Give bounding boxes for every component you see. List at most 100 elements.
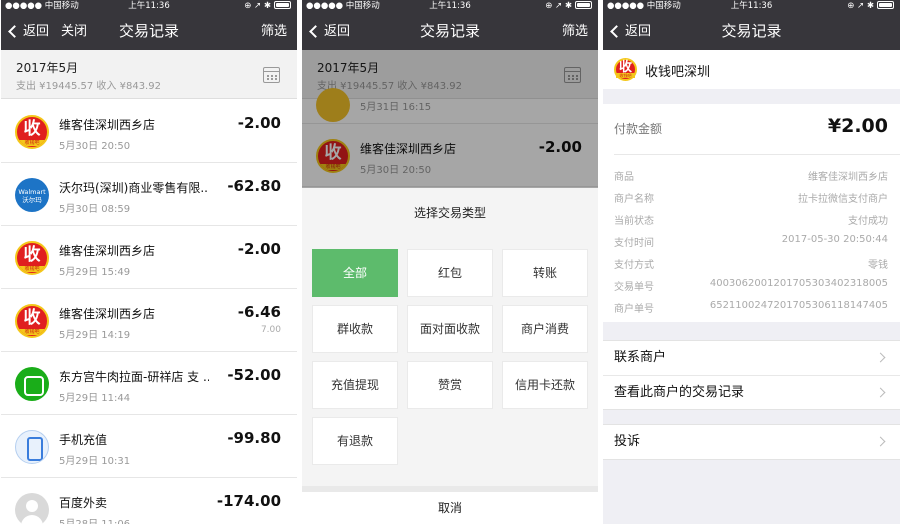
battery-icon: [274, 1, 291, 9]
transaction-name: 维客佳深圳西乡店: [59, 118, 156, 132]
chevron-right-icon: [875, 436, 886, 447]
detail-key: 交易单号: [614, 282, 654, 293]
type-option[interactable]: 有退款: [312, 417, 398, 465]
transaction-name: 维客佳深圳西乡店: [59, 307, 156, 321]
type-option[interactable]: 群收款: [312, 305, 398, 353]
type-option[interactable]: 赞赏: [407, 361, 493, 409]
status-icons: ⊕ ↗ ✱: [244, 0, 291, 13]
contact-merchant-link[interactable]: 联系商户: [603, 341, 900, 375]
merchant-name: 收钱吧深圳: [645, 65, 711, 80]
detail-row: 交易单号 4003062001201705303402318005: [614, 274, 888, 296]
pay-amount-label: 付款金额: [614, 122, 663, 136]
transaction-amount: -2.00: [237, 114, 281, 132]
transaction-name: 维客佳深圳西乡店: [59, 244, 156, 258]
transaction-time: 5月30日 08:59: [59, 204, 131, 215]
type-option[interactable]: 充值提现: [312, 361, 398, 409]
list-item[interactable]: Walmart 沃尔玛 沃尔玛(深圳)商业零售有限... 5月30日 08:59 -6…: [1, 163, 297, 226]
detail-row: 支付方式 零钱: [614, 252, 888, 274]
nav-bar: 返回 交易记录 筛选: [302, 13, 598, 50]
list-item[interactable]: 手机充值 5月29日 10:31 -99.80: [1, 415, 297, 478]
type-options: 全部 红包 转账群收款 面对面收款 商户消费充值提现 赞赏 信用卡还款有退款: [312, 249, 588, 465]
pay-amount: ¥2.00: [827, 115, 888, 137]
detail-key: 商户名称: [614, 194, 654, 205]
list-item[interactable]: 收收钱吧 维客佳深圳西乡店 5月29日 15:49 -2.00: [1, 226, 297, 289]
filter-button[interactable]: 筛选: [261, 13, 287, 50]
shou-qian-ba-icon: 收收钱吧: [15, 304, 49, 338]
detail-row: 商户单号 652110024720170530611814​7405: [614, 296, 888, 318]
detail-key: 商品: [614, 172, 634, 183]
type-option[interactable]: 信用卡还款: [502, 361, 588, 409]
filter-button[interactable]: 筛选: [562, 13, 588, 50]
transaction-time: 5月29日 14:19: [59, 330, 131, 341]
transaction-time: 5月29日 10:31: [59, 456, 131, 467]
type-option[interactable]: 红包: [407, 249, 493, 297]
shou-qian-ba-icon: 收收钱吧: [15, 115, 49, 149]
detail-row: 商户名称 拉卡拉微信支付商户: [614, 186, 888, 208]
transaction-list-screen: ●●●●● 中国移动 上午11:36 ⊕ ↗ ✱ 返回 关闭 交易记录 筛选 20…: [1, 0, 297, 524]
shou-qian-ba-icon: 收收钱吧: [614, 58, 637, 81]
detail-value: 拉卡拉微信支付商户: [798, 194, 888, 205]
transaction-amount: -99.80: [227, 429, 281, 447]
detail-value: 零钱: [868, 260, 888, 271]
transaction-name: 东方宫牛肉拉面-研祥店 支 ...: [59, 370, 209, 384]
detail-value: 2017-05-30 20:50:44: [781, 234, 888, 245]
detail-value: 维客佳深圳西乡店: [808, 172, 888, 183]
month-title: 2017年5月: [16, 61, 79, 75]
type-option[interactable]: 面对面收款: [407, 305, 493, 353]
transaction-name: 手机充值: [59, 433, 108, 447]
transaction-name: 百度外卖: [59, 496, 108, 510]
status-icons: ⊕ ↗ ✱: [545, 0, 592, 13]
nav-bar: 返回 关闭 交易记录 筛选: [1, 13, 297, 50]
detail-row: 支付时间 2017-05-30 20:50:44: [614, 230, 888, 252]
detail-row: 商品 维客佳深圳西乡店: [614, 164, 888, 186]
page-title: 交易记录: [419, 22, 480, 40]
chevron-right-icon: [875, 352, 886, 363]
transaction-amount: -52.00: [227, 366, 281, 384]
transaction-time: 5月30日 20:50: [59, 141, 131, 152]
status-bar: ●●●●● 中国移动 上午11:36 ⊕ ↗ ✱: [1, 0, 297, 13]
type-picker-sheet: 选择交易类型 全部 红包 转账 群收款 面对面收款 商户消费 充值提现 赞赏 信用卡还款 有退款 …: [302, 188, 598, 524]
walmart-icon: Walmart 沃尔玛: [15, 178, 49, 212]
cancel-button[interactable]: 取消: [302, 486, 598, 524]
list-item[interactable]: 东方宫牛肉拉面-研祥店 支 ... 5月29日 11:44 -52.00: [1, 352, 297, 415]
detail-key: 商户单号: [614, 304, 654, 315]
green-merchant-icon: [15, 367, 49, 401]
list-item[interactable]: 百度外卖 5月28日 11:06 -174.00: [1, 478, 297, 524]
page-title: 交易记录: [118, 22, 179, 40]
detail-key: 当前状态: [614, 216, 654, 227]
complaint-group: 投诉: [603, 424, 900, 460]
transaction-amount: -174.00: [216, 492, 281, 510]
payment-detail-card: 付款金额 ¥2.00 商品 维客佳深圳西乡店 商户名称 拉卡拉微信支付商户 当前状态 支付…: [603, 104, 900, 322]
status-bar: ●●●●● 中国移动 上午11:36 ⊕ ↗ ✱: [603, 0, 900, 13]
list-item[interactable]: 收收钱吧 维客佳深圳西乡店 5月30日 20:50 -2.00: [1, 100, 297, 163]
list-item[interactable]: 收收钱吧 维客佳深圳西乡店 5月29日 14:19 -6.46 7.00: [1, 289, 297, 352]
sheet-title: 选择交易类型: [413, 206, 486, 220]
page-title: 交易记录: [721, 22, 782, 40]
type-option[interactable]: 转账: [502, 249, 588, 297]
battery-icon: [877, 1, 894, 9]
detail-value: 652110024720170530611814​7405: [709, 300, 888, 311]
transaction-list: 收收钱吧 维客佳深圳西乡店 5月30日 20:50 -2.00 Walmart 沃尔玛沃…: [1, 100, 297, 524]
divider: [614, 154, 900, 155]
transaction-amount: -2.00: [237, 240, 281, 258]
chevron-right-icon: [875, 387, 886, 398]
battery-icon: [575, 1, 592, 9]
transaction-time: 5月28日 11:06: [59, 515, 130, 524]
transaction-detail-screen: ●●●●● 中国移动 上午11:36 ⊕ ↗ ✱ 返回 交易记录 收收钱吧 收钱…: [603, 0, 900, 524]
transaction-time: 5月29日 11:44: [59, 393, 131, 404]
transaction-time: 5月29日 15:49: [59, 267, 131, 278]
filter-type-screen: ●●●●● 中国移动 上午11:36 ⊕ ↗ ✱ 返回 交易记录 筛选 2017…: [302, 0, 598, 524]
merchant-records-link[interactable]: 查看此商户的交易记录: [603, 375, 900, 409]
month-header: 2017年5月 支出 ¥19445.57 收入 ¥843.92: [1, 50, 297, 99]
transaction-name: 沃尔玛(深圳)商业零售有限...: [59, 181, 209, 195]
calendar-icon[interactable]: [263, 67, 280, 83]
status-bar: ●●●●● 中国移动 上午11:36 ⊕ ↗ ✱: [302, 0, 598, 13]
merchant-links: 联系商户 查看此商户的交易记录: [603, 340, 900, 410]
detail-key: 支付方式: [614, 260, 654, 271]
complaint-link[interactable]: 投诉: [603, 425, 900, 459]
dim-overlay[interactable]: [302, 50, 598, 188]
detail-row: 当前状态 支付成功: [614, 208, 888, 230]
type-option[interactable]: 全部: [312, 249, 398, 297]
type-option[interactable]: 商户消费: [502, 305, 588, 353]
transaction-original-amount: 7.00: [260, 325, 281, 335]
